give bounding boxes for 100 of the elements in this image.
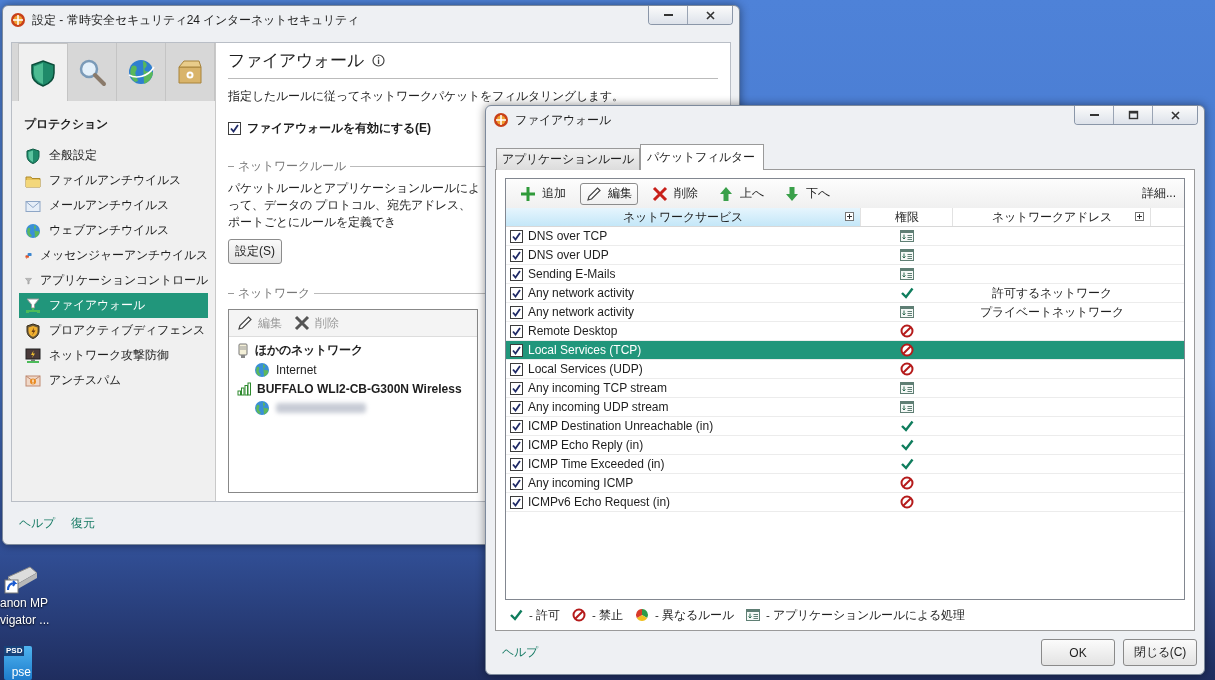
table-row[interactable]: ICMP Time Exceeded (in) (506, 455, 1184, 474)
tab[interactable]: アプリケーションルール (496, 148, 640, 170)
table-cell: ICMP Time Exceeded (in) (528, 457, 665, 471)
shield-icon (25, 322, 41, 339)
up-button[interactable]: 上へ (712, 182, 770, 205)
maximize-button[interactable] (1113, 106, 1152, 124)
table-cell: Local Services (TCP) (528, 343, 642, 357)
table-row[interactable]: Any incoming TCP stream (506, 379, 1184, 398)
box-gear-icon (175, 57, 205, 87)
sidebar-item[interactable]: ファイアウォール (19, 293, 208, 318)
checkbox[interactable] (510, 286, 523, 300)
checkbox[interactable] (510, 248, 523, 262)
sidebar-item[interactable]: プロアクティブディフェンス (19, 318, 208, 343)
help-link[interactable]: ヘルプ (502, 644, 538, 661)
pie-icon (635, 608, 650, 622)
sidebar-item[interactable]: メッセンジャーアンチウイルス (19, 243, 208, 268)
table-row[interactable]: Any network activity 許可するネットワーク (506, 284, 1184, 303)
info-icon[interactable] (372, 54, 385, 67)
maximize-icon (1127, 109, 1139, 121)
sidebar-item[interactable]: アンチスパム (19, 368, 208, 393)
sidebar-item[interactable]: ネットワーク攻撃防御 (19, 343, 208, 368)
checkbox[interactable] (510, 305, 523, 319)
checkbox[interactable] (510, 438, 523, 452)
down-button[interactable]: 下へ (778, 182, 836, 205)
checkbox[interactable] (510, 381, 523, 395)
table-row[interactable]: Local Services (TCP) (506, 341, 1184, 360)
checkbox[interactable] (510, 267, 523, 281)
description-text: パケットルールとアプリケーションルールによって、データの プロトコル、宛先アドレス、ポートごとにルールを定義でき (228, 180, 480, 231)
file-icon[interactable]: PSD pse (4, 646, 32, 680)
check-icon (900, 286, 914, 300)
sidebar-item[interactable]: 全般設定 (19, 143, 208, 168)
table-row[interactable]: DNS over UDP (506, 246, 1184, 265)
checkbox[interactable] (510, 476, 523, 490)
edit-button[interactable]: 編集 (580, 182, 638, 205)
checkbox[interactable] (510, 362, 523, 376)
network-adapter-icon (237, 342, 249, 359)
desktop-icon-label[interactable]: anon MP vigator ... (0, 595, 50, 629)
close-icon (652, 185, 668, 202)
prohibited-icon (900, 495, 914, 509)
checkbox[interactable] (510, 495, 523, 509)
tab[interactable]: パケットフィルター (640, 144, 764, 170)
app-logo-icon (10, 12, 26, 28)
check-icon (900, 457, 914, 471)
sidebar-item[interactable]: ウェブアンチウイルス (19, 218, 208, 243)
table-row[interactable]: Sending E-Mails (506, 265, 1184, 284)
settings-button[interactable]: 設定(S) (228, 239, 282, 264)
expand-icon[interactable] (845, 212, 854, 221)
sidebar-item[interactable]: メールアンチウイルス (19, 193, 208, 218)
dialog-button[interactable]: 閉じる(C) (1123, 639, 1197, 666)
minimize-icon (1089, 114, 1099, 116)
table-row[interactable]: DNS over TCP (506, 227, 1184, 246)
table-cell: ICMP Destination Unreachable (in) (528, 419, 714, 433)
checkbox[interactable] (510, 229, 523, 243)
checkbox[interactable] (510, 457, 523, 471)
network-item[interactable]: Internet (229, 360, 477, 379)
group-label: ネットワークルール (238, 159, 346, 174)
sidebar-item[interactable]: ファイルアンチウイルス (19, 168, 208, 193)
envelope-warning-icon (25, 372, 41, 389)
table-cell: DNS over TCP (528, 229, 608, 243)
expand-icon[interactable] (1135, 212, 1144, 221)
legend-label: - 許可 (529, 607, 561, 623)
file-type-label: PSD (4, 646, 25, 656)
signal-icon (237, 381, 251, 396)
close-icon (294, 315, 310, 331)
table-cell: DNS over UDP (528, 248, 609, 262)
footer-link[interactable]: ヘルプ (19, 514, 55, 532)
dialog-button[interactable]: OK (1041, 639, 1115, 666)
globe-icon (254, 361, 270, 378)
network-item[interactable]: ほかのネットワーク (229, 341, 477, 360)
minimize-button[interactable] (649, 6, 687, 24)
table-row[interactable]: ICMPv6 Echo Request (in) (506, 493, 1184, 512)
shield-icon (28, 57, 58, 88)
table-row[interactable]: Any incoming ICMP (506, 474, 1184, 493)
checkbox[interactable] (510, 419, 523, 433)
table-row[interactable]: Any network activity プライベートネットワーク (506, 303, 1184, 322)
column-header[interactable]: ネットワークサービス (506, 208, 861, 226)
checkbox[interactable] (228, 122, 241, 135)
close-button[interactable] (687, 6, 732, 24)
table-row[interactable]: ICMP Echo Reply (in) (506, 436, 1184, 455)
sidebar-heading: プロテクション (23, 116, 109, 133)
close-button[interactable] (1152, 106, 1197, 124)
prohibited-icon (572, 608, 587, 622)
network-item[interactable]: BUFFALO WLI2-CB-G300N Wireless (229, 379, 477, 398)
sidebar-item[interactable]: アプリケーションコントロール (19, 268, 208, 293)
minimize-button[interactable] (1075, 106, 1113, 124)
footer-link[interactable]: 復元 (71, 514, 95, 532)
globe-icon (254, 399, 270, 416)
check-icon (509, 608, 523, 622)
checkmark-icon (230, 124, 239, 133)
table-row[interactable]: Any incoming UDP stream (506, 398, 1184, 417)
checkbox[interactable] (510, 324, 523, 338)
delete-button[interactable]: 削除 (646, 182, 704, 205)
checkbox-label[interactable]: ファイアウォールを有効にする(E) (247, 120, 431, 137)
checkbox[interactable] (510, 343, 523, 357)
table-row[interactable]: ICMP Destination Unreachable (in) (506, 417, 1184, 436)
add-button[interactable]: 追加 (514, 182, 572, 205)
table-row[interactable]: Local Services (UDP) (506, 360, 1184, 379)
details-link[interactable]: 詳細... (1142, 185, 1176, 202)
icon-tab[interactable] (18, 43, 68, 101)
checkbox[interactable] (510, 400, 523, 414)
